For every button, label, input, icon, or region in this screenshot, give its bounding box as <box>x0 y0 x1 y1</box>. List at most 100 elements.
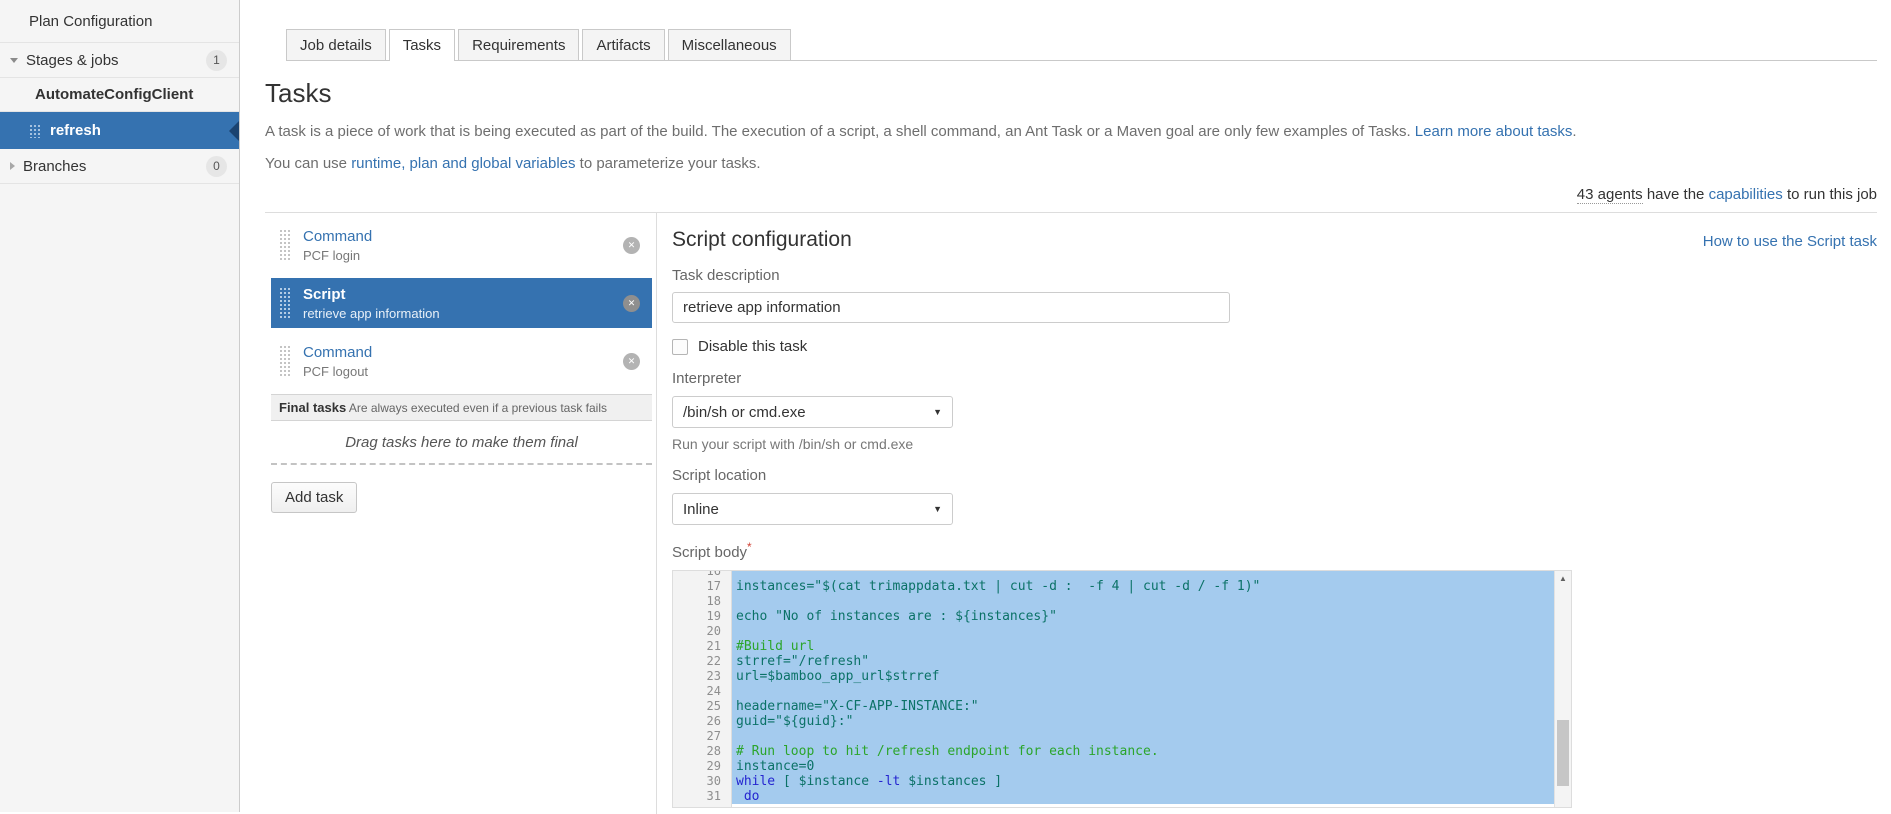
task-description-label: Task description <box>672 267 1877 284</box>
page-title: Tasks <box>265 78 1877 109</box>
script-body-label: Script body* <box>672 540 1877 561</box>
code-text: guid="${guid}:" <box>732 714 1554 729</box>
interpreter-label: Interpreter <box>672 370 1877 387</box>
code-line: 30while [ $instance -lt $instances ] <box>673 774 1554 789</box>
delete-task-icon[interactable]: ✕ <box>623 353 640 370</box>
drag-handle-icon[interactable] <box>279 287 290 319</box>
code-line: 26guid="${guid}:" <box>673 714 1554 729</box>
code-text <box>732 684 1554 699</box>
code-text: strref="/refresh" <box>732 654 1554 669</box>
variables-link[interactable]: runtime, plan and global variables <box>351 155 575 172</box>
line-number: 19 <box>673 609 732 624</box>
task-list: CommandPCF login✕Scriptretrieve app info… <box>271 220 656 386</box>
code-line: 31 do <box>673 789 1554 804</box>
config-title: Script configuration <box>672 228 852 252</box>
editor-scrollbar[interactable]: ▲ <box>1554 571 1571 807</box>
code-line: 24 <box>673 684 1554 699</box>
script-task-help-link[interactable]: How to use the Script task <box>1703 233 1877 250</box>
task-title-link[interactable]: Script <box>303 286 623 304</box>
disable-task-checkbox[interactable] <box>672 339 688 355</box>
tab-artifacts[interactable]: Artifacts <box>582 29 664 60</box>
text-segment: You can use <box>265 155 351 172</box>
disable-task-row: Disable this task <box>672 338 1877 355</box>
code-lines[interactable]: 1617instances="$(cat trimappdata.txt | c… <box>673 570 1554 804</box>
code-line: 18 <box>673 594 1554 609</box>
final-tasks-description: Are always executed even if a previous t… <box>349 401 607 415</box>
tab-requirements[interactable]: Requirements <box>458 29 579 60</box>
task-title-link[interactable]: Command <box>303 228 623 246</box>
stages-jobs-label: Stages & jobs <box>26 52 119 69</box>
refresh-job-label: refresh <box>50 122 101 139</box>
code-line: 17instances="$(cat trimappdata.txt | cut… <box>673 579 1554 594</box>
tasks-intro-text: A task is a piece of work that is being … <box>265 123 1877 141</box>
sidebar-title: Plan Configuration <box>0 0 239 43</box>
disable-task-label: Disable this task <box>698 338 807 355</box>
code-line: 20 <box>673 624 1554 639</box>
line-number: 18 <box>673 594 732 609</box>
sidebar-item-plan-name[interactable]: AutomateConfigClient <box>0 78 239 112</box>
delete-task-icon[interactable]: ✕ <box>623 237 640 254</box>
agents-capability-line: 43 agents have the capabilities to run t… <box>265 186 1877 203</box>
delete-task-icon[interactable]: ✕ <box>623 295 640 312</box>
stages-count-badge: 1 <box>206 50 227 71</box>
app-window: Plan Configuration Stages & jobs 1 Autom… <box>0 0 1891 812</box>
capabilities-link[interactable]: capabilities <box>1709 186 1783 203</box>
tab-tasks[interactable]: Tasks <box>389 29 455 61</box>
two-column-layout: CommandPCF login✕Scriptretrieve app info… <box>265 212 1877 814</box>
sidebar-item-refresh-job[interactable]: refresh <box>0 112 239 149</box>
add-task-button[interactable]: Add task <box>271 482 357 513</box>
text-segment: . <box>1572 123 1576 140</box>
sidebar-item-stages-jobs[interactable]: Stages & jobs 1 <box>0 43 239 78</box>
drag-handle-icon[interactable] <box>279 229 290 261</box>
task-item-pcf-logout[interactable]: CommandPCF logout✕ <box>271 336 652 386</box>
code-line: 27 <box>673 729 1554 744</box>
tab-job-details[interactable]: Job details <box>286 29 386 60</box>
tab-bar: Job detailsTasksRequirementsArtifactsMis… <box>286 29 1877 61</box>
task-title-link[interactable]: Command <box>303 344 623 362</box>
scroll-up-icon[interactable]: ▲ <box>1555 571 1571 586</box>
tab-miscellaneous[interactable]: Miscellaneous <box>668 29 791 60</box>
code-line: 28# Run loop to hit /refresh endpoint fo… <box>673 744 1554 759</box>
task-description-input[interactable] <box>672 292 1230 323</box>
task-subtitle: PCF login <box>303 248 623 263</box>
final-tasks-dropzone[interactable] <box>271 463 652 465</box>
code-line: 16 <box>673 570 1554 579</box>
chevron-down-icon[interactable] <box>10 58 18 63</box>
sidebar-item-branches[interactable]: Branches 0 <box>0 149 239 184</box>
script-body-editor[interactable]: 1617instances="$(cat trimappdata.txt | c… <box>672 570 1572 808</box>
line-number: 27 <box>673 729 732 744</box>
line-number: 29 <box>673 759 732 774</box>
task-meta: CommandPCF logout <box>290 344 623 379</box>
script-location-selected-value: Inline <box>683 501 719 518</box>
code-line: 19echo "No of instances are : ${instance… <box>673 609 1554 624</box>
task-item-pcf-login[interactable]: Command PCF login✕ <box>271 220 652 270</box>
code-line: 22strref="/refresh" <box>673 654 1554 669</box>
variables-hint-text: You can use runtime, plan and global var… <box>265 155 1877 173</box>
final-tasks-label: Final tasks <box>279 400 346 415</box>
interpreter-select[interactable]: /bin/sh or cmd.exe ▼ <box>672 396 953 428</box>
code-text <box>732 570 1554 579</box>
task-item-retrieve-app-information[interactable]: Scriptretrieve app information✕ <box>271 278 652 328</box>
code-text <box>732 594 1554 609</box>
chevron-right-icon[interactable] <box>10 162 15 170</box>
line-number: 25 <box>673 699 732 714</box>
text-segment: to parameterize your tasks. <box>576 155 761 172</box>
final-tasks-bar: Final tasks Are always executed even if … <box>271 394 652 421</box>
line-number: 16 <box>673 570 732 579</box>
code-text: do <box>732 789 1554 804</box>
drag-handle-icon[interactable] <box>279 345 290 377</box>
code-text: # Run loop to hit /refresh endpoint for … <box>732 744 1554 759</box>
line-number: 20 <box>673 624 732 639</box>
branches-label: Branches <box>23 158 86 175</box>
text-segment: have the <box>1643 186 1709 203</box>
code-line: 23url=$bamboo_app_url$strref <box>673 669 1554 684</box>
line-number: 23 <box>673 669 732 684</box>
scrollbar-thumb[interactable] <box>1557 720 1569 786</box>
drag-tasks-hint: Drag tasks here to make them final <box>271 434 652 451</box>
dropdown-caret-icon: ▼ <box>933 407 942 417</box>
learn-more-about-tasks-link[interactable]: Learn more about tasks <box>1415 123 1573 140</box>
code-text: #Build url <box>732 639 1554 654</box>
script-location-select[interactable]: Inline ▼ <box>672 493 953 525</box>
config-header: Script configuration How to use the Scri… <box>672 226 1877 252</box>
code-text: instance=0 <box>732 759 1554 774</box>
